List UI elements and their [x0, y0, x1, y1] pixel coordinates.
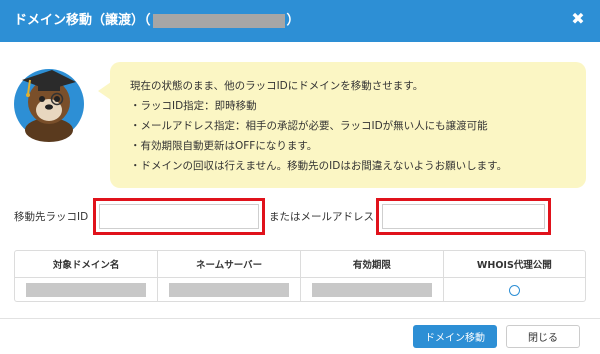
redacted-nameserver-cell: [169, 283, 290, 298]
email-highlight: [376, 198, 551, 235]
email-input[interactable]: [382, 204, 545, 229]
domain-cell: [15, 277, 159, 301]
redacted-domain-cell: [26, 283, 147, 298]
rakko-id-highlight: [93, 198, 265, 235]
notice-line: ・メールアドレス指定：相手の承認が必要、ラッコIDが無い人にも譲渡可能: [130, 120, 488, 132]
table-header-row: 対象ドメイン名 ネームサーバー 有効期限 WHOIS代理公開: [15, 251, 585, 278]
nameserver-cell: [157, 277, 301, 301]
redacted-domain-name: [152, 14, 285, 28]
redacted-expiry-cell: [311, 283, 432, 298]
notice-line: 現在の状態のまま、他のラッコIDにドメインを移動させます。: [130, 80, 424, 92]
notice-line: ・ドメインの回収は行えません。移動先のIDはお間違えないようお願いします。: [130, 160, 508, 172]
notice-bubble: 現在の状態のまま、他のラッコIDにドメインを移動させます。 ・ラッコID指定：即…: [98, 62, 586, 188]
column-header-whois: WHOIS代理公開: [443, 251, 585, 278]
dialog-title: ドメイン移動（譲渡）（ ）: [14, 12, 300, 30]
dialog-title-suffix: ）: [286, 13, 300, 28]
column-header-domain: 対象ドメイン名: [15, 251, 159, 278]
column-header-nameserver: ネームサーバー: [157, 251, 301, 278]
close-icon[interactable]: ✖: [570, 11, 586, 27]
rakko-id-input[interactable]: [99, 204, 259, 229]
dialog-title-prefix: ドメイン移動（譲渡）（: [14, 13, 151, 28]
rakko-id-label: 移動先ラッコID: [14, 211, 89, 223]
dialog-title-bar: ドメイン移動（譲渡）（ ） ✖: [0, 0, 600, 42]
column-header-expiry: 有効期限: [300, 251, 444, 278]
transfer-target-form: 移動先ラッコID またはメールアドレス: [0, 198, 600, 236]
domain-table: 対象ドメイン名 ネームサーバー 有効期限 WHOIS代理公開: [14, 250, 586, 302]
notice-line: ・ラッコID指定：即時移動: [130, 100, 257, 112]
domain-move-button[interactable]: ドメイン移動: [413, 325, 497, 348]
table-row: [15, 277, 585, 301]
expiry-cell: [300, 277, 444, 301]
footer-divider: [0, 318, 600, 319]
close-button[interactable]: 閉じる: [506, 325, 580, 348]
circle-status-icon: [508, 284, 520, 296]
email-label: またはメールアドレス: [269, 211, 374, 223]
whois-cell: [443, 277, 585, 301]
otter-mascot-icon: [12, 58, 86, 142]
notice-line: ・有効期限自動更新はOFFになります。: [130, 140, 318, 152]
